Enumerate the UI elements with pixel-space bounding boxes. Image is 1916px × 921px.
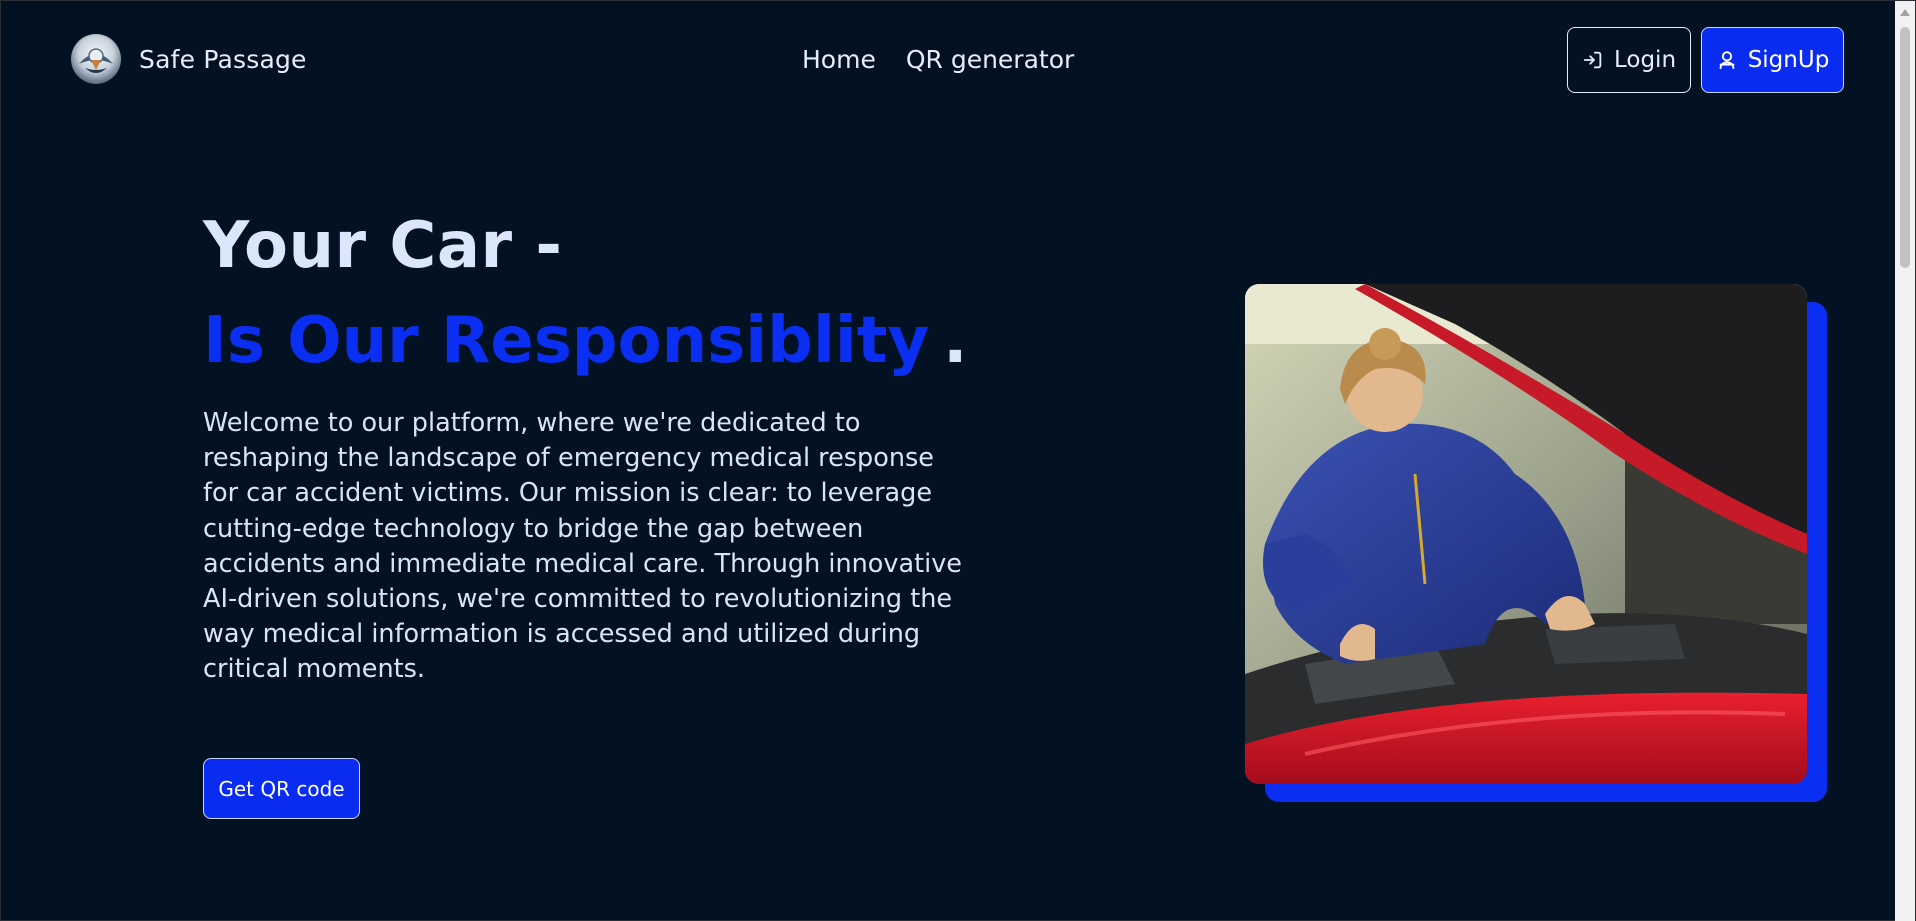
page-scrollbar[interactable] — [1895, 1, 1915, 921]
brand-logo — [71, 34, 121, 84]
hero-image — [1245, 284, 1807, 784]
user-icon — [1716, 49, 1738, 71]
nav-link-home[interactable]: Home — [802, 43, 876, 77]
scroll-up-arrow-icon[interactable] — [1900, 9, 1910, 16]
hero-subtitle-dot: . — [943, 304, 968, 378]
nav-links: Home QR generator — [802, 43, 1074, 77]
hero-description: Welcome to our platform, where we're ded… — [203, 408, 962, 685]
hero-title: Your Car - — [203, 209, 563, 283]
brand-link[interactable]: Safe Passage — [71, 34, 307, 84]
nav-link-qr-generator[interactable]: QR generator — [906, 43, 1074, 77]
signup-label: SignUp — [1747, 47, 1830, 73]
login-label: Login — [1613, 47, 1677, 73]
signup-button[interactable]: SignUp — [1701, 27, 1844, 93]
hero-subtitle: Is Our Responsiblity. — [203, 301, 967, 381]
page: Safe Passage Home QR generator Login Sig… — [0, 0, 1916, 921]
login-arrow-icon — [1582, 49, 1604, 71]
get-qr-code-button[interactable]: Get QR code — [203, 758, 360, 819]
brand-name: Safe Passage — [139, 44, 307, 74]
navbar: Safe Passage Home QR generator Login Sig… — [1, 1, 1897, 119]
scroll-thumb[interactable] — [1900, 27, 1910, 268]
auth-buttons: Login SignUp — [1567, 27, 1844, 93]
hero-subtitle-text: Is Our Responsiblity — [203, 304, 930, 378]
login-button[interactable]: Login — [1567, 27, 1691, 93]
